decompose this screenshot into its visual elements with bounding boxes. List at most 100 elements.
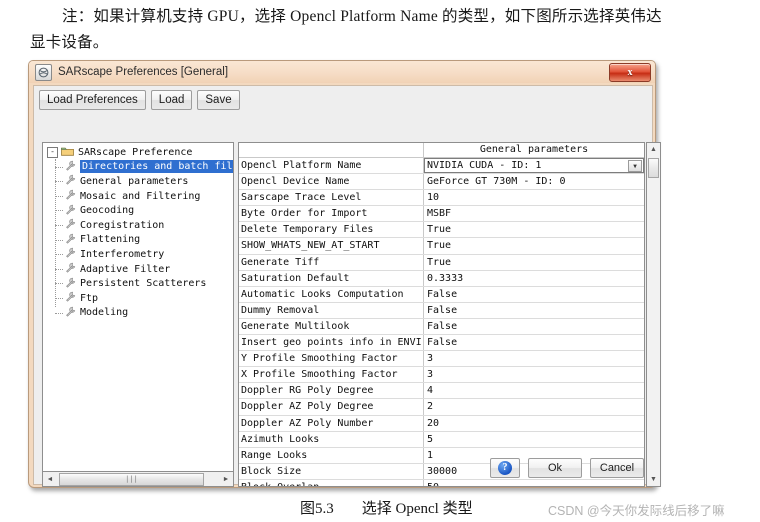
figure-caption: 图5.3 选择 Opencl 类型 [300,497,473,518]
tree-item[interactable]: Modeling [43,306,233,321]
load-preferences-button[interactable]: Load Preferences [39,90,146,110]
parameter-value-field[interactable]: 0.3333 [424,271,644,286]
figure-number: 图5.3 [300,501,334,517]
parameter-value-field[interactable]: False [424,287,644,302]
wrench-icon [65,174,76,188]
tree-connector [55,210,63,212]
tree-item-label: Mosaic and Filtering [80,190,201,202]
wrench-icon [65,262,76,276]
table-vertical-scrollbar[interactable]: ▲ ▼ [646,142,661,487]
ok-button[interactable]: Ok [528,458,582,478]
parameter-value-text: 3 [427,353,434,365]
tree-item-label: Coregistration [80,219,165,231]
parameter-name: Generate Tiff [239,254,424,270]
sarscape-preferences-dialog: SARscape Preferences [General] x Load Pr… [28,60,661,488]
table-header-value-cell: General parameters [479,144,589,155]
parameter-value-text: True [427,256,452,268]
parameter-value-field[interactable]: 2 [424,399,644,414]
tree-item[interactable]: Ftp [43,291,233,306]
table-row: Delete Temporary Files True [239,222,644,239]
dialog-client-area: Load Preferences Load Save - SARscape Pr… [33,85,661,487]
save-button[interactable]: Save [197,90,240,110]
tree-connector [55,224,63,226]
table-row: Automatic Looks Computation False [239,286,644,303]
tree-item[interactable]: General parameters [43,174,233,189]
chevron-down-icon[interactable]: ▼ [628,160,642,172]
table-row: Generate Multilook False [239,318,644,336]
parameter-value-field[interactable]: False [424,319,644,334]
parameter-name: Sarscape Trace Level [239,190,424,206]
tree-item[interactable]: Coregistration [43,218,233,233]
parameter-value-field[interactable]: 5 [424,432,644,447]
help-button[interactable]: ? [490,458,520,478]
parameter-value-field[interactable]: 3 [424,367,644,382]
table-row: Generate Tiff True [239,254,644,271]
parameter-value-dropdown[interactable]: NVIDIA CUDA - ID: 1 ▼ [424,158,644,174]
tree-item[interactable]: Adaptive Filter [43,262,233,277]
parameter-value-text: 30000 [427,465,458,477]
tree-item[interactable]: Geocoding [43,203,233,218]
parameter-value-text: GeForce GT 730M - ID: 0 [427,176,566,188]
parameter-name: Block Size [239,463,424,479]
h-scroll-track[interactable]: ||| [57,472,219,486]
tree-item[interactable]: Directories and batch file [43,160,233,175]
parameter-value-field[interactable]: False [424,303,644,318]
parameter-value-text: 3 [427,369,434,381]
table-row: Block Overlap50 [239,479,644,486]
table-row: Dummy Removal False [239,302,644,319]
parameter-value-field[interactable]: 50 [424,480,644,486]
parameter-value-text: 1 [427,449,434,461]
wrench-icon [65,277,76,291]
parameter-value-text: False [427,288,458,300]
tree-root-node[interactable]: - SARscape Preference [43,145,233,160]
tree-item-label: General parameters [80,175,189,187]
dialog-titlebar[interactable]: SARscape Preferences [General] x [29,61,655,83]
tree-item[interactable]: Mosaic and Filtering [43,189,233,204]
expander-icon[interactable]: - [47,146,58,158]
tree-item-label: Modeling [80,307,129,319]
table-row: Doppler AZ Poly Degree 2 [239,399,644,416]
scroll-right-arrow-icon[interactable]: ► [219,473,233,486]
parameter-name: Opencl Platform Name [239,158,424,174]
tree-connector [55,181,63,183]
paragraph-line-2: 显卡设备。 [30,34,109,51]
scroll-left-arrow-icon[interactable]: ◄ [43,473,57,486]
parameter-name: Insert geo points info in ENVI header [239,335,424,351]
parameter-value-text: 4 [427,385,434,397]
table-header-row: General parameters [239,143,644,158]
parameter-value-text: 10 [427,192,440,204]
tree-horizontal-scrollbar[interactable]: ◄ ||| ► [42,472,234,487]
tree-item[interactable]: Flattening [43,233,233,248]
wrench-icon [65,306,76,320]
app-icon [35,63,52,81]
close-icon[interactable]: x [609,63,651,82]
parameter-value-field[interactable]: 4 [424,383,644,398]
parameter-value-field[interactable]: True [424,238,644,253]
table-row: Doppler RG Poly Degree 4 [239,383,644,400]
document-paragraph: 注：如果计算机支持 GPU，选择 Opencl Platform Name 的类… [30,4,736,56]
parameter-value-field[interactable]: True [424,255,644,270]
preferences-tree[interactable]: - SARscape Preference Directories and ba… [42,142,234,472]
paragraph-line-1: 注：如果计算机支持 GPU，选择 Opencl Platform Name 的类… [62,8,662,25]
parameter-value-field[interactable]: 20 [424,416,644,431]
tree-item-label: Directories and batch file [80,160,233,174]
scroll-down-arrow-icon[interactable]: ▼ [647,473,660,486]
parameter-name: Delete Temporary Files [239,222,424,238]
tree-connector [55,254,63,256]
preferences-toolbar: Load Preferences Load Save [39,90,240,110]
parameter-value-field[interactable]: MSBF [424,206,644,221]
parameter-value-field[interactable]: 10 [424,190,644,205]
scroll-up-arrow-icon[interactable]: ▲ [647,143,660,156]
parameter-value-field[interactable]: GeForce GT 730M - ID: 0 [424,174,644,189]
parameter-value-field[interactable]: 3 [424,351,644,366]
cancel-button[interactable]: Cancel [590,458,644,478]
parameter-value-field[interactable]: True [424,222,644,237]
parameter-value-field[interactable]: False [424,335,644,350]
load-button[interactable]: Load [150,90,193,110]
tree-item[interactable]: Interferometry [43,247,233,262]
tree-item[interactable]: Persistent Scatterers [43,276,233,291]
v-scroll-thumb[interactable] [648,158,659,178]
parameter-name: Azimuth Looks [239,431,424,447]
h-scroll-thumb[interactable]: ||| [59,472,204,486]
dialog-footer-buttons: ? Ok Cancel [490,458,644,478]
